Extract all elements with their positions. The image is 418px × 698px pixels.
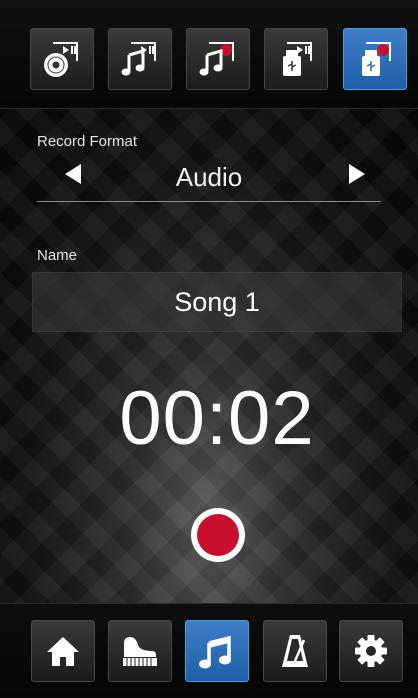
music-note-icon <box>199 635 231 669</box>
usb-play-tab[interactable] <box>264 28 328 90</box>
record-format-selector: Audio <box>37 156 381 200</box>
next-format-arrow-icon[interactable] <box>349 164 365 184</box>
settings-gear-icon <box>355 635 387 667</box>
nav-metronome-button[interactable] <box>263 620 327 682</box>
record-format-value: Audio <box>175 162 243 192</box>
song-name-field[interactable]: Song 1 <box>32 272 402 332</box>
record-format-label: Record Format <box>37 133 138 150</box>
name-label: Name <box>37 247 78 264</box>
nav-settings-button[interactable] <box>339 620 403 682</box>
bottom-nav-bar <box>0 603 418 698</box>
record-icon <box>197 514 239 556</box>
music-record-tab[interactable] <box>186 28 250 90</box>
record-button[interactable] <box>191 508 245 562</box>
usb-play-icon <box>283 42 312 76</box>
format-divider <box>37 201 381 202</box>
cd-play-icon <box>44 42 78 77</box>
nav-home-button[interactable] <box>31 620 95 682</box>
piano-icon <box>123 637 157 666</box>
music-play-icon <box>121 42 156 76</box>
home-icon <box>47 637 79 666</box>
metronome-icon <box>282 635 308 667</box>
usb-record-icon <box>362 42 391 76</box>
recording-timer: 00:02 <box>119 376 315 461</box>
music-record-icon <box>199 42 234 76</box>
cd-play-tab[interactable] <box>30 28 94 90</box>
nav-piano-button[interactable] <box>108 620 172 682</box>
nav-music-button[interactable] <box>185 620 249 682</box>
music-play-tab[interactable] <box>108 28 172 90</box>
top-mode-bar <box>0 0 418 109</box>
usb-record-tab[interactable] <box>343 28 407 90</box>
